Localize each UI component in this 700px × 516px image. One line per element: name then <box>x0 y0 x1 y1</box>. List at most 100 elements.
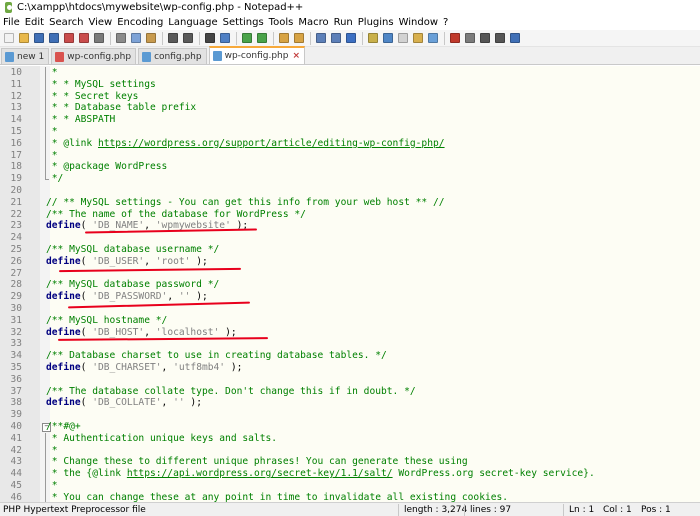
menu-bar: File Edit Search View Encoding Language Settin… <box>0 15 700 30</box>
code-line[interactable]: 18 * @package WordPress <box>0 161 700 173</box>
code-token: ( <box>80 326 93 338</box>
code-line[interactable]: 10 * <box>0 67 700 79</box>
code-line[interactable]: 14 * * ABSPATH <box>0 114 700 126</box>
playback-macro-icon[interactable] <box>479 32 491 44</box>
code-line[interactable]: 34 /** Database charset to use in creatin… <box>0 350 700 362</box>
code-token: '' <box>178 291 191 303</box>
record-macro-icon[interactable] <box>449 32 461 44</box>
code-token: * the {@link <box>46 468 127 480</box>
code-line[interactable]: 28 /** MySQL database password */ <box>0 279 700 291</box>
tab-2[interactable]: config.php <box>138 48 207 64</box>
code-token: /** MySQL database password */ <box>46 279 220 291</box>
toolbar-separator <box>273 31 274 45</box>
menu-item-language[interactable]: Language <box>168 17 217 28</box>
code-token: /** MySQL database username */ <box>46 244 220 255</box>
code-line[interactable]: 17 * <box>0 149 700 162</box>
folder-workspace-icon[interactable] <box>412 32 424 44</box>
toolbar-separator <box>110 31 111 45</box>
tab-0[interactable]: new 1 <box>1 48 50 64</box>
code-line[interactable]: 37 /** The database collate type. Don't c… <box>0 386 700 398</box>
indent-guide-icon[interactable] <box>345 32 357 44</box>
code-line[interactable]: 13 * * Database table prefix <box>0 102 700 114</box>
menu-item-plugins[interactable]: Plugins <box>358 17 394 28</box>
menu-item-view[interactable]: View <box>88 17 112 28</box>
cut-icon[interactable] <box>115 32 127 44</box>
line-number: 35 <box>10 362 22 373</box>
menu-item-tools[interactable]: Tools <box>269 17 294 28</box>
zoom-in-icon[interactable] <box>241 32 253 44</box>
code-line[interactable]: 42 * <box>0 444 700 457</box>
sync-vertical-icon[interactable] <box>278 32 290 44</box>
copy-icon[interactable] <box>130 32 142 44</box>
code-line[interactable]: 43 * Change these to different unique ph… <box>0 456 700 468</box>
replace-icon[interactable] <box>219 32 231 44</box>
code-line[interactable]: 24 <box>0 232 700 244</box>
code-token: , <box>161 362 174 373</box>
menu-item-macro[interactable]: Macro <box>298 17 328 28</box>
editor[interactable]: 10 * 11 * * MySQL settings 12 * * Secret k… <box>0 66 700 502</box>
menu-item-window[interactable]: Window <box>399 17 438 28</box>
find-icon[interactable] <box>204 32 216 44</box>
tab-label: new 1 <box>17 51 45 62</box>
undo-icon[interactable] <box>167 32 179 44</box>
tab-1[interactable]: wp-config.php <box>51 48 137 64</box>
menu-item-run[interactable]: Run <box>334 17 353 28</box>
code-line[interactable]: 36 <box>0 374 700 386</box>
menu-item-help[interactable]: ? <box>443 17 448 28</box>
save-all-icon[interactable] <box>48 32 60 44</box>
code-token: https://api.wordpress.org/secret-key/1.1… <box>126 468 393 480</box>
print-icon[interactable] <box>93 32 105 44</box>
function-list-icon[interactable] <box>397 32 409 44</box>
save-icon[interactable] <box>33 32 45 44</box>
code-line[interactable]: 41 * Authentication unique keys and salt… <box>0 432 700 445</box>
code-line[interactable]: 45 * <box>0 480 700 492</box>
word-wrap-icon[interactable] <box>315 32 327 44</box>
doc-map-icon[interactable] <box>382 32 394 44</box>
code-line[interactable]: 40 /**#@+ <box>0 421 700 433</box>
code-line[interactable]: 25 /** MySQL database username */ <box>0 244 700 256</box>
paste-icon[interactable] <box>145 32 157 44</box>
open-file-icon[interactable] <box>18 32 30 44</box>
code-line[interactable]: 38 define( 'DB_COLLATE', '' ); <box>0 397 700 409</box>
new-file-icon[interactable] <box>3 32 15 44</box>
code-line[interactable]: 12 * * Secret keys <box>0 90 700 103</box>
code-line[interactable]: 35 define( 'DB_CHARSET', 'utf8mb4' ); <box>0 362 700 374</box>
show-all-chars-icon[interactable] <box>330 32 342 44</box>
close-tab-icon[interactable]: × <box>292 51 300 61</box>
code-line[interactable]: 46 * You can change these at any point i… <box>0 491 700 502</box>
save-macro-icon[interactable] <box>509 32 521 44</box>
menu-item-settings[interactable]: Settings <box>223 17 264 28</box>
tab-3[interactable]: wp-config.php × <box>208 46 305 64</box>
line-number: 11 <box>10 78 22 90</box>
code-line[interactable]: 11 * * MySQL settings <box>0 78 700 91</box>
code-line[interactable]: 32 define( 'DB_HOST', 'localhost' ); <box>0 327 700 339</box>
redo-icon[interactable] <box>182 32 194 44</box>
code-line[interactable]: 19 */ <box>0 173 700 185</box>
code-token: ( <box>80 255 93 267</box>
zoom-out-icon[interactable] <box>256 32 268 44</box>
close-icon[interactable] <box>63 32 75 44</box>
stop-record-icon[interactable] <box>464 32 476 44</box>
menu-item-search[interactable]: Search <box>49 17 83 28</box>
line-number: 30 <box>10 303 22 314</box>
menu-item-edit[interactable]: Edit <box>25 17 44 28</box>
code-line[interactable]: 44 * the {@link https://api.wordpress.or… <box>0 468 700 480</box>
menu-item-file[interactable]: File <box>3 17 20 28</box>
code-line[interactable]: 31 /** MySQL hostname */ <box>0 315 700 327</box>
monitoring-icon[interactable] <box>427 32 439 44</box>
code-token: * <box>46 444 58 456</box>
code-line[interactable]: 20 <box>0 185 700 197</box>
code-line[interactable]: 26 define( 'DB_USER', 'root' ); <box>0 256 700 268</box>
code-line[interactable]: 39 <box>0 409 700 421</box>
udl-icon[interactable] <box>367 32 379 44</box>
code-line[interactable]: 21 // ** MySQL settings - You can get thi… <box>0 197 700 209</box>
code-line[interactable]: 29 define( 'DB_PASSWORD', '' ); <box>0 291 700 303</box>
run-macro-multiple-icon[interactable] <box>494 32 506 44</box>
close-all-icon[interactable] <box>78 32 90 44</box>
code-line[interactable]: 22 /** The name of the database for WordP… <box>0 209 700 221</box>
sync-horizontal-icon[interactable] <box>293 32 305 44</box>
code-text: define( 'DB_PASSWORD', '' ); <box>46 291 208 303</box>
menu-item-encoding[interactable]: Encoding <box>117 17 163 28</box>
code-line[interactable]: 16 * @link https://wordpress.org/support… <box>0 137 700 150</box>
code-line[interactable]: 15 * <box>0 126 700 138</box>
